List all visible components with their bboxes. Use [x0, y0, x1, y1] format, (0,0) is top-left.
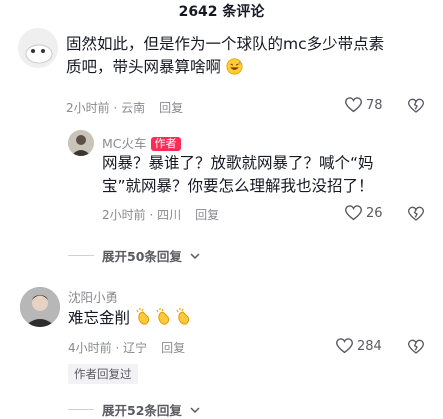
comment-text-line: 质吧，带头网暴算啥啊 — [66, 58, 222, 76]
comment-text-line: 固然如此，但是作为一个球队的mc多少带点素 — [66, 35, 385, 53]
like-button[interactable]: 284 — [336, 338, 382, 354]
broken-heart-icon[interactable] — [408, 206, 424, 222]
like-count: 78 — [366, 97, 383, 113]
expand-replies-button[interactable]: 展开52条回复 — [68, 400, 200, 419]
reply-button[interactable]: 回复 — [161, 341, 185, 355]
divider — [68, 255, 94, 256]
reply-text-line: 宝”就网暴？你要怎么理解我也没招了！ — [102, 177, 374, 195]
like-count: 26 — [366, 205, 383, 221]
expand-replies-button[interactable]: 展开50条回复 — [68, 246, 200, 265]
grinning-sweat-emoji-icon — [226, 58, 243, 75]
reply-text-line: 网暴？暴谁了？放歌就网暴了？喊个“妈 — [102, 154, 374, 172]
commenter-name[interactable]: 沈阳小勇 — [68, 287, 118, 306]
cartoon-avatar-icon — [18, 28, 58, 68]
clapping-hands-icon — [176, 308, 190, 325]
comment-time-location: 4小时前 · 辽宁 — [68, 341, 148, 355]
comment-time-location: 2小时前 · 云南 — [66, 101, 146, 115]
like-button[interactable]: 26 — [345, 205, 383, 221]
reply-author-name[interactable]: MC火车 作者 — [102, 133, 181, 152]
author-replied-badge: 作者回复过 — [68, 364, 138, 384]
chevron-down-icon — [190, 406, 200, 413]
like-count: 284 — [357, 338, 382, 354]
reply-text: 网暴？暴谁了？放歌就网暴了？喊个“妈 宝”就网暴？你要怎么理解我也没招了！ — [102, 152, 437, 198]
reply-meta: 2小时前 · 四川 回复 — [102, 206, 219, 223]
clapping-hands-icon — [156, 308, 170, 325]
comment-text-line: 难忘金削 — [68, 309, 131, 327]
avatar[interactable] — [18, 28, 58, 68]
reply-author-label: MC火车 — [102, 136, 147, 151]
expand-replies-label: 展开52条回复 — [102, 403, 182, 418]
expand-replies-label: 展开50条回复 — [102, 249, 182, 264]
comment-text: 固然如此，但是作为一个球队的mc多少带点素 质吧，带头网暴算啥啊 — [66, 33, 436, 79]
comment-meta: 2小时前 · 云南 回复 — [66, 99, 183, 116]
avatar[interactable] — [20, 287, 60, 327]
reply-button[interactable]: 回复 — [159, 101, 183, 115]
reply-button[interactable]: 回复 — [195, 208, 219, 222]
person-avatar-icon — [68, 130, 94, 156]
broken-heart-icon[interactable] — [408, 339, 424, 355]
comments-header: 2642 条评论 — [178, 4, 265, 20]
like-button[interactable]: 78 — [345, 97, 383, 113]
chevron-down-icon — [190, 252, 200, 259]
comment-meta: 4小时前 · 辽宁 回复 — [68, 339, 185, 356]
heart-icon — [336, 338, 353, 354]
divider — [68, 409, 94, 410]
reply-time-location: 2小时前 · 四川 — [102, 208, 182, 222]
clapping-hands-icon — [136, 308, 150, 325]
person-avatar-icon — [20, 287, 60, 327]
comment-text: 难忘金削 — [68, 307, 428, 330]
heart-icon — [345, 97, 362, 113]
heart-icon — [345, 205, 362, 221]
avatar[interactable] — [68, 130, 94, 156]
author-badge: 作者 — [150, 137, 181, 151]
broken-heart-icon[interactable] — [408, 98, 424, 114]
